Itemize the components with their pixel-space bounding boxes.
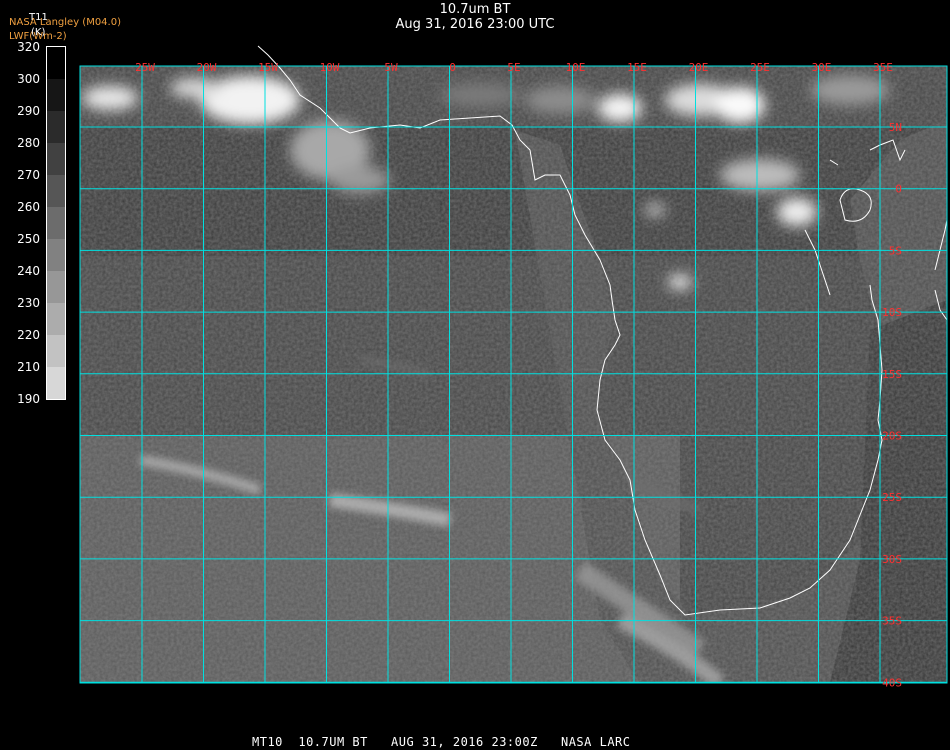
latitude-label: 25S — [882, 491, 902, 504]
longitude-label: 25E — [750, 61, 770, 74]
longitude-label: 5E — [507, 61, 520, 74]
latitude-label: 20S — [882, 430, 902, 443]
longitude-label: 15E — [627, 61, 647, 74]
longitude-label: 35E — [873, 61, 893, 74]
latitude-label: 15S — [882, 368, 902, 381]
longitude-label: 0 — [449, 61, 456, 74]
longitude-label: 30E — [812, 61, 832, 74]
longitude-label: 10E — [566, 61, 586, 74]
latitude-label: 35S — [882, 615, 902, 628]
satellite-map: 25W 20W 15W 10W 5W 0 5E 10E 15E 20E 25E 30E 35E 5N 0 5… — [79, 45, 948, 689]
latitude-label: 30S — [882, 553, 902, 566]
latitude-label: 0 — [895, 183, 902, 196]
longitude-label: 15W — [258, 61, 278, 74]
latitude-label: 5N — [889, 121, 902, 134]
longitude-label: 20W — [197, 61, 217, 74]
longitude-label: 20E — [689, 61, 709, 74]
longitude-label: 10W — [320, 61, 340, 74]
footer-caption: MT10 10.7UM BT AUG 31, 2016 23:00Z NASA … — [252, 735, 631, 749]
longitude-label: 5W — [384, 61, 398, 74]
latitude-label: 5S — [889, 244, 902, 257]
latitude-label: 10S — [882, 306, 902, 319]
imagery-layer — [80, 66, 947, 683]
latitude-label: 40S — [882, 676, 902, 689]
longitude-label: 25W — [135, 61, 155, 74]
